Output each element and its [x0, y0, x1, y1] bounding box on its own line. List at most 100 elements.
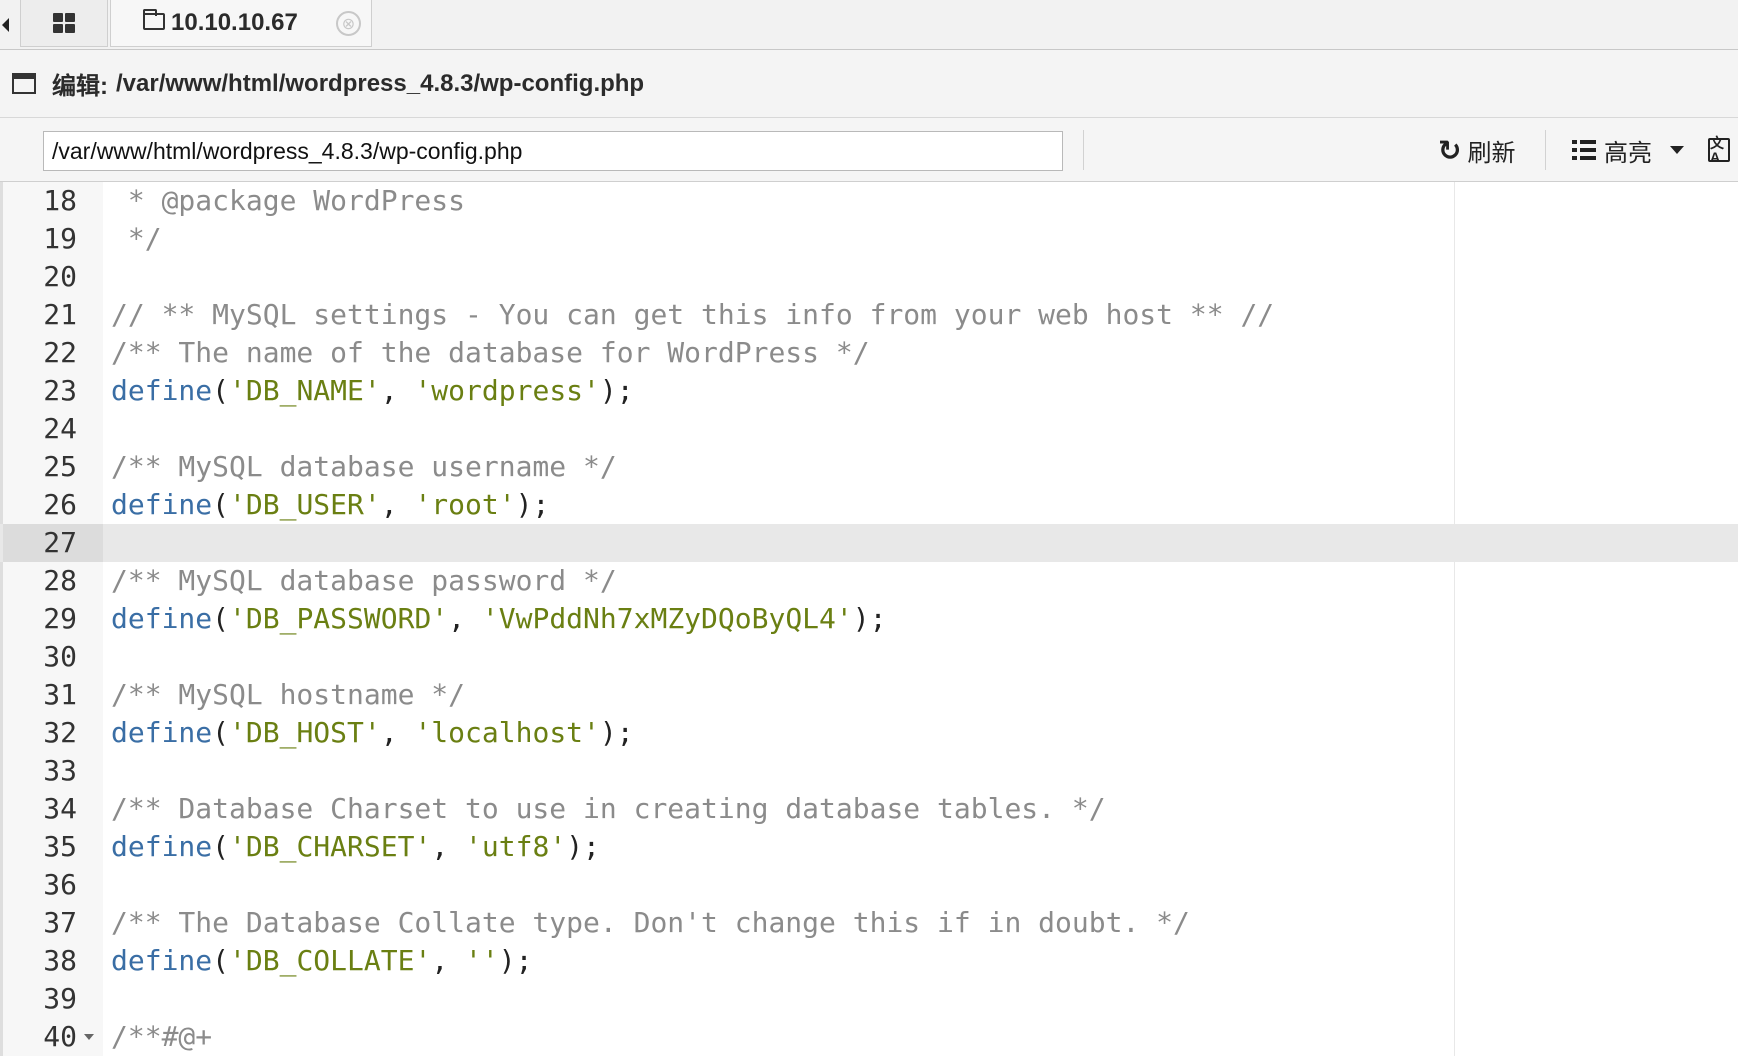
line-number: 21: [43, 298, 77, 331]
code-line[interactable]: 31 /** MySQL hostname */: [0, 676, 1738, 714]
code-line[interactable]: 22 /** The name of the database for WordP…: [0, 334, 1738, 372]
toolbar-divider: [1545, 130, 1546, 170]
code-line[interactable]: 26 define('DB_USER', 'root');: [0, 486, 1738, 524]
code-text: /** MySQL database username */: [111, 448, 617, 486]
code-token: 'DB_HOST': [229, 716, 381, 749]
code-token: (: [212, 716, 230, 749]
line-number: 38: [43, 944, 77, 977]
code-token: ,: [431, 944, 466, 977]
code-token: '': [465, 944, 499, 977]
code-text: define('DB_NAME', 'wordpress');: [111, 372, 634, 410]
folder-icon: [143, 9, 165, 30]
code-line[interactable]: 38 define('DB_COLLATE', '');: [0, 942, 1738, 980]
code-token: /** MySQL database password */: [111, 564, 617, 597]
code-token: 'root': [414, 488, 516, 521]
refresh-label: 刷新: [1467, 139, 1516, 167]
code-token: 'DB_COLLATE': [229, 944, 432, 977]
line-number: 28: [43, 564, 77, 597]
code-line[interactable]: 21 // ** MySQL settings - You can get thi…: [0, 296, 1738, 334]
code-line[interactable]: 40/**#@+: [0, 1018, 1738, 1056]
scroll-left-icon[interactable]: [0, 14, 10, 36]
line-number: 33: [43, 754, 77, 787]
code-token: /** The Database Collate type. Don't cha…: [111, 906, 1190, 939]
line-number: 19: [43, 222, 77, 255]
editor-title-bar: 编辑: /var/www/html/wordpress_4.8.3/wp-con…: [0, 50, 1738, 118]
code-line[interactable]: 37 /** The Database Collate type. Don't c…: [0, 904, 1738, 942]
code-token: 'VwPddNh7xMZyDQoByQL4': [481, 602, 853, 635]
line-number: 32: [43, 716, 77, 749]
code-editor[interactable]: 18 * @package WordPress 19 */20 21// ** My…: [0, 182, 1738, 1056]
code-token: /** The name of the database for WordPre…: [111, 336, 870, 369]
code-token: define: [111, 602, 213, 635]
title-path: /var/www/html/wordpress_4.8.3/wp-config.…: [116, 69, 645, 97]
code-line[interactable]: 24: [0, 410, 1738, 448]
line-number: 27: [3, 524, 103, 562]
code-token: 'DB_USER': [229, 488, 381, 521]
code-token: define: [111, 374, 213, 407]
close-icon[interactable]: ⊗: [336, 11, 361, 36]
code-token: 'utf8': [465, 830, 567, 863]
code-token: 'localhost': [414, 716, 600, 749]
code-token: * @package WordPress: [111, 184, 466, 217]
code-token: define: [111, 830, 213, 863]
line-number: 20: [43, 260, 77, 293]
code-token: (: [212, 944, 230, 977]
code-line[interactable]: 28 /** MySQL database password */: [0, 562, 1738, 600]
code-text: define('DB_HOST', 'localhost');: [111, 714, 634, 752]
line-number: 23: [43, 374, 77, 407]
code-token: 'DB_CHARSET': [229, 830, 432, 863]
tab-host-label: 10.10.10.67: [171, 9, 298, 36]
tab-home-grid[interactable]: [20, 0, 108, 47]
code-token: ,: [380, 488, 415, 521]
code-token: (: [212, 602, 230, 635]
code-token: (: [212, 374, 230, 407]
code-token: );: [852, 602, 887, 635]
code-token: define: [111, 944, 213, 977]
translate-button[interactable]: 文A: [1708, 130, 1730, 170]
line-number: 35: [43, 830, 77, 863]
code-token: 'DB_NAME': [229, 374, 381, 407]
code-line[interactable]: 25 /** MySQL database username */: [0, 448, 1738, 486]
code-line[interactable]: 36: [0, 866, 1738, 904]
line-number: 30: [43, 640, 77, 673]
line-number: 34: [43, 792, 77, 825]
code-token: );: [599, 716, 634, 749]
code-line[interactable]: 20: [0, 258, 1738, 296]
fold-toggle-icon[interactable]: [84, 1034, 94, 1040]
code-line[interactable]: 29 define('DB_PASSWORD', 'VwPddNh7xMZyDQo…: [0, 600, 1738, 638]
code-line[interactable]: 19 */: [0, 220, 1738, 258]
code-token: /** MySQL database username */: [111, 450, 617, 483]
refresh-icon: ↻: [1438, 133, 1462, 167]
code-token: define: [111, 716, 213, 749]
code-line[interactable]: 32 define('DB_HOST', 'localhost');: [0, 714, 1738, 752]
code-text: */: [111, 220, 162, 258]
code-line[interactable]: 35 define('DB_CHARSET', 'utf8');: [0, 828, 1738, 866]
code-token: );: [515, 488, 550, 521]
code-token: /** Database Charset to use in creating …: [111, 792, 1106, 825]
code-text: /**#@+: [111, 1018, 212, 1056]
code-token: );: [566, 830, 600, 863]
code-line[interactable]: 33: [0, 752, 1738, 790]
code-token: (: [212, 488, 230, 521]
code-text: * @package WordPress: [111, 182, 465, 220]
line-number: 18: [43, 184, 77, 217]
code-lines[interactable]: 18 * @package WordPress 19 */20 21// ** My…: [0, 182, 1738, 1056]
code-line[interactable]: 34 /** Database Charset to use in creatin…: [0, 790, 1738, 828]
line-number: 29: [43, 602, 77, 635]
code-line[interactable]: 27: [0, 524, 1738, 562]
code-line[interactable]: 39: [0, 980, 1738, 1018]
line-number: 37: [43, 906, 77, 939]
code-token: define: [111, 488, 213, 521]
code-line[interactable]: 23 define('DB_NAME', 'wordpress');: [0, 372, 1738, 410]
code-line[interactable]: 30: [0, 638, 1738, 676]
line-number: 22: [43, 336, 77, 369]
tab-bar: 10.10.10.67 ⊗: [0, 0, 1738, 50]
code-token: /** MySQL hostname */: [111, 678, 466, 711]
code-line[interactable]: 18 * @package WordPress: [0, 182, 1738, 220]
code-token: // ** MySQL settings - You can get this …: [111, 298, 1275, 331]
highlight-dropdown[interactable]: 高亮: [1572, 130, 1684, 170]
file-path-input[interactable]: [43, 131, 1063, 171]
tab-host[interactable]: 10.10.10.67 ⊗: [110, 0, 372, 47]
refresh-button[interactable]: ↻ 刷新: [1438, 130, 1515, 170]
code-token: */: [111, 222, 162, 255]
